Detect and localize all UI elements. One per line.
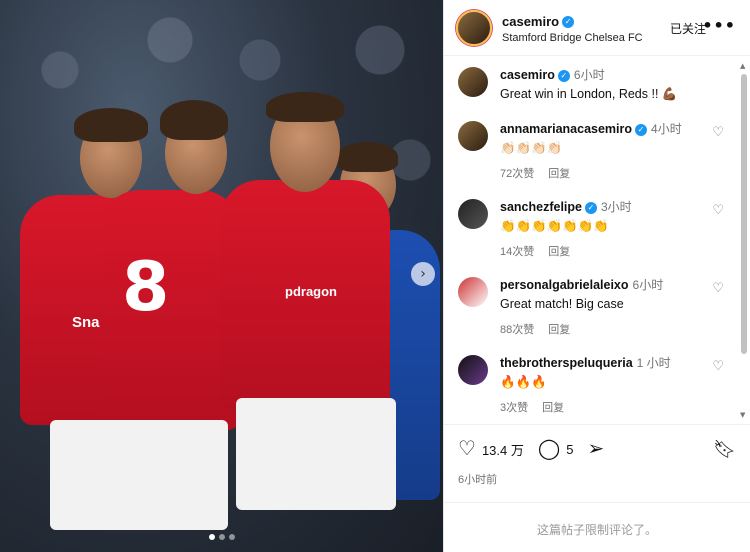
casemiro-hair bbox=[266, 92, 344, 122]
heart-icon[interactable]: ♡ bbox=[458, 439, 476, 459]
caption-row: casemiro ✓ 6小时 Great win in London, Reds !… bbox=[444, 57, 750, 103]
more-options-icon[interactable]: ••• bbox=[702, 16, 736, 35]
comment-time: 3小时 bbox=[600, 200, 632, 214]
post-actions: ♡ 13.4 万 ◯ 5 ➢ 🔖︎ 6小时前 bbox=[444, 424, 750, 487]
comment-text: Great win in London, Reds !! 💪🏾 bbox=[500, 87, 678, 101]
likes-count[interactable]: 13.4 万 bbox=[482, 440, 524, 459]
comment-time: 4小时 bbox=[651, 122, 682, 136]
middle-player-shirt bbox=[100, 190, 240, 430]
comment-avatar[interactable] bbox=[458, 199, 488, 229]
scrollbar-thumb[interactable] bbox=[741, 74, 747, 354]
left-player-hair bbox=[74, 108, 148, 142]
carousel-dot bbox=[218, 534, 225, 540]
comment-time: 6小时 bbox=[632, 278, 664, 292]
carousel-dot bbox=[228, 534, 235, 540]
chelsea-player-hair bbox=[336, 142, 398, 172]
author-username[interactable]: casemiro bbox=[502, 14, 559, 29]
bookmark-icon[interactable]: 🔖︎ bbox=[713, 439, 736, 460]
carousel-dot bbox=[208, 534, 215, 540]
scroll-down-icon[interactable]: ▼ bbox=[740, 411, 745, 419]
comment-avatar[interactable] bbox=[458, 355, 488, 385]
comment-icon[interactable]: ◯ bbox=[538, 439, 560, 459]
comments-list: casemiro ✓ 6小时 Great win in London, Reds !… bbox=[444, 57, 750, 422]
comment-username[interactable]: thebrotherspeluqueria bbox=[500, 356, 633, 370]
comment-username[interactable]: personalgabrielaleixo bbox=[500, 278, 629, 292]
verified-badge-icon: ✓ bbox=[635, 123, 648, 136]
scroll-up-icon[interactable]: ▲ bbox=[740, 62, 745, 70]
comment-row: sanchezfelipe ✓ 3小时 👏👏👏👏👏👏👏 14次赞 回复 ♡ bbox=[444, 181, 750, 259]
post-panel: casemiro ✓ Stamford Bridge Chelsea FC 已关注… bbox=[443, 0, 750, 552]
comment-username[interactable]: annamarianacasemiro bbox=[500, 122, 632, 136]
comment-row: annamarianacasemiro ✓ 4小时 👏🏻👏🏻👏🏻👏🏻 72次赞 回复 … bbox=[444, 103, 750, 181]
comment-like-heart-icon[interactable]: ♡ bbox=[712, 281, 724, 296]
verified-badge-icon: ✓ bbox=[557, 69, 570, 82]
comments-count[interactable]: 5 bbox=[566, 442, 573, 457]
comments-scrollbar[interactable]: ▲ ▼ bbox=[740, 62, 747, 419]
reply-button[interactable]: 回复 bbox=[548, 246, 570, 258]
comment-row: personalgabrielaleixo 6小时 Great match! Bi… bbox=[444, 259, 750, 337]
post-photo[interactable]: Snapdr 8 pdragon › bbox=[0, 0, 443, 552]
middle-player-shorts bbox=[88, 420, 228, 530]
comment-time: 6小时 bbox=[573, 68, 605, 82]
author-avatar[interactable] bbox=[456, 9, 492, 46]
comment-time: 1 小时 bbox=[636, 356, 671, 370]
comment-username[interactable]: sanchezfelipe bbox=[500, 200, 582, 214]
reply-button[interactable]: 回复 bbox=[548, 324, 570, 336]
comment-avatar[interactable] bbox=[458, 277, 488, 307]
comment-likes[interactable]: 72次赞 bbox=[500, 168, 534, 180]
post-location[interactable]: Stamford Bridge Chelsea FC bbox=[502, 32, 643, 44]
comment-text: Great match! Big case bbox=[500, 297, 624, 311]
comment-like-heart-icon[interactable]: ♡ bbox=[712, 203, 724, 218]
comment-likes[interactable]: 88次赞 bbox=[500, 324, 534, 336]
verified-badge-icon: ✓ bbox=[562, 15, 575, 28]
verified-badge-icon: ✓ bbox=[584, 201, 597, 214]
comments-limited-notice: 这篇帖子限制评论了。 bbox=[444, 502, 750, 538]
comment-avatar[interactable] bbox=[458, 121, 488, 151]
next-slide-button[interactable]: › bbox=[411, 262, 435, 286]
middle-player-hair bbox=[160, 100, 228, 140]
comment-text: 👏👏👏👏👏👏👏 bbox=[500, 219, 609, 233]
comment-text: 🔥🔥🔥 bbox=[500, 375, 547, 389]
post-time: 6小时前 bbox=[458, 474, 498, 486]
comment-likes[interactable]: 14次赞 bbox=[500, 246, 534, 258]
carousel-dots bbox=[0, 525, 443, 544]
following-button[interactable]: 已关注 bbox=[670, 20, 706, 37]
casemiro-sponsor-text: pdragon bbox=[285, 284, 337, 299]
comment-like-heart-icon[interactable]: ♡ bbox=[712, 359, 724, 374]
reply-button[interactable]: 回复 bbox=[548, 168, 570, 180]
casemiro-shorts bbox=[236, 398, 396, 510]
comment-text: 👏🏻👏🏻👏🏻👏🏻 bbox=[500, 141, 563, 155]
post-header: casemiro ✓ Stamford Bridge Chelsea FC 已关注… bbox=[444, 0, 750, 56]
comment-likes[interactable]: 3次赞 bbox=[500, 402, 528, 414]
comment-row: thebrotherspeluqueria 1 小时 🔥🔥🔥 3次赞 回复 ♡ bbox=[444, 337, 750, 415]
comment-avatar[interactable] bbox=[458, 67, 488, 97]
share-icon[interactable]: ➢ bbox=[587, 439, 604, 459]
shirt-number: 8 bbox=[122, 248, 170, 327]
reply-button[interactable]: 回复 bbox=[542, 402, 564, 414]
comment-like-heart-icon[interactable]: ♡ bbox=[712, 125, 724, 140]
comment-username[interactable]: casemiro bbox=[500, 68, 555, 82]
